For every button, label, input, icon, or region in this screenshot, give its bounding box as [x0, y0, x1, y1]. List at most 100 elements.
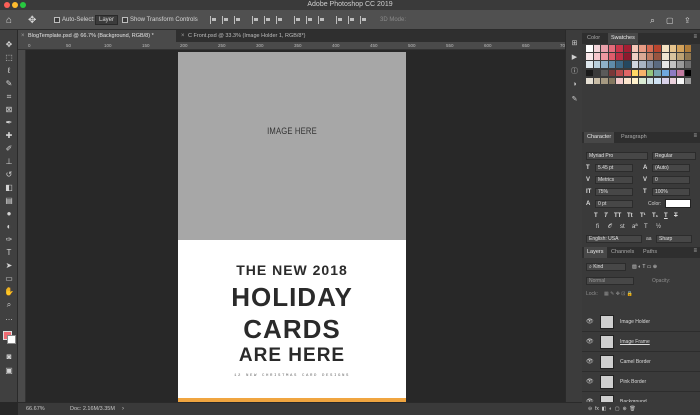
transform-check-icon[interactable]: [122, 17, 128, 23]
panel-menu-icon[interactable]: ≡: [693, 133, 697, 139]
color-swatch[interactable]: [646, 77, 654, 85]
color-swatch[interactable]: [646, 61, 654, 68]
visibility-eye-icon[interactable]: 👁: [586, 338, 594, 345]
align-left-icon[interactable]: [210, 16, 216, 24]
color-swatch[interactable]: [593, 53, 601, 60]
move-tool-icon[interactable]: ✥: [4, 40, 14, 50]
layer-filter-dropdown[interactable]: ⌕ Kind: [586, 263, 626, 271]
antialias-dropdown[interactable]: Sharp: [656, 235, 692, 243]
pen-tool-icon[interactable]: ✑: [4, 235, 14, 245]
color-swatch[interactable]: [586, 45, 593, 52]
tab-character[interactable]: Character: [584, 132, 615, 143]
tab-paragraph[interactable]: Paragraph: [618, 132, 650, 143]
color-swatch[interactable]: [624, 77, 631, 85]
oldstyle-icon[interactable]: 𝒪: [608, 223, 612, 231]
baseline-shift-field[interactable]: 0 pt: [595, 200, 633, 208]
color-swatch[interactable]: [677, 61, 684, 68]
color-swatch[interactable]: [631, 77, 639, 85]
healing-brush-icon[interactable]: ✚: [4, 131, 14, 141]
document-canvas[interactable]: IMAGE HERE THE NEW 2018 HOLIDAY CARDS AR…: [178, 52, 406, 406]
tab-channels[interactable]: Channels: [608, 247, 637, 258]
horizontal-scale-field[interactable]: 100%: [652, 188, 690, 196]
zoom-level[interactable]: 66.67%: [26, 403, 45, 415]
tab-blogtemplate[interactable]: × BlogTemplate.psd @ 66.7% (Background, …: [18, 30, 176, 42]
color-swatch[interactable]: [631, 45, 639, 52]
crop-tool-icon[interactable]: ⌗: [4, 92, 14, 102]
color-swatch[interactable]: [616, 69, 623, 77]
color-swatch[interactable]: [662, 45, 669, 52]
color-swatch[interactable]: [631, 61, 639, 68]
transform-controls-checkbox[interactable]: Show Transform Controls: [122, 10, 198, 30]
actions-panel-icon[interactable]: ▶: [570, 52, 579, 61]
text-color-swatch[interactable]: [665, 199, 691, 208]
color-swatch[interactable]: [639, 61, 646, 68]
tab-c-front[interactable]: × C Front.psd @ 33.3% (Image Holder 1, R…: [178, 30, 348, 42]
color-swatch[interactable]: [684, 53, 692, 60]
color-swatch[interactable]: [669, 45, 677, 52]
share-icon[interactable]: ⇪: [684, 10, 691, 30]
color-swatch[interactable]: [684, 61, 692, 68]
color-swatch[interactable]: [684, 77, 692, 85]
adjustments-panel-icon[interactable]: ◑: [570, 80, 579, 89]
history-brush-icon[interactable]: ↺: [4, 170, 14, 180]
color-swatch[interactable]: [616, 45, 623, 52]
blend-mode-dropdown[interactable]: Normal: [586, 277, 634, 285]
color-swatch[interactable]: [669, 53, 677, 60]
distribute-top-icon[interactable]: [294, 16, 300, 24]
color-swatch[interactable]: [601, 61, 608, 68]
color-swatch[interactable]: [677, 77, 684, 85]
font-size-field[interactable]: 5.45 pt: [595, 164, 633, 172]
lasso-tool-icon[interactable]: ℓ: [4, 66, 14, 76]
move-tool-icon[interactable]: ✥: [28, 10, 36, 30]
color-swatch[interactable]: [608, 53, 616, 60]
workspace-icon[interactable]: ▢: [666, 10, 674, 30]
canvas-area[interactable]: IMAGE HERE THE NEW 2018 HOLIDAY CARDS AR…: [26, 50, 582, 406]
color-swatch[interactable]: [646, 53, 654, 60]
color-swatch[interactable]: [593, 61, 601, 68]
layer-name[interactable]: Image Holder: [620, 312, 650, 332]
layer-name[interactable]: Image Frame: [620, 332, 650, 352]
color-swatch[interactable]: [646, 45, 654, 52]
screen-mode-icon[interactable]: ▣: [4, 366, 14, 376]
layer-name[interactable]: Pink Border: [620, 372, 646, 392]
color-swatch[interactable]: [608, 61, 616, 68]
color-swatch[interactable]: [631, 69, 639, 77]
status-menu-arrow-icon[interactable]: ›: [122, 403, 124, 415]
ordinals-icon[interactable]: aª: [632, 223, 638, 231]
color-swatch[interactable]: [624, 53, 631, 60]
leading-field[interactable]: (Auto): [652, 164, 690, 172]
color-swatch[interactable]: [586, 61, 593, 68]
color-swatch[interactable]: [593, 45, 601, 52]
distribute-left-icon[interactable]: [336, 16, 342, 24]
path-select-icon[interactable]: ➤: [4, 261, 14, 271]
color-swatch[interactable]: [586, 53, 593, 60]
color-swatch[interactable]: [684, 69, 692, 77]
more-tools-icon[interactable]: …: [4, 313, 14, 323]
image-holder-placeholder[interactable]: IMAGE HERE: [178, 52, 406, 240]
background-color-swatch[interactable]: [7, 335, 16, 344]
layer-row[interactable]: 👁 Image Frame: [582, 332, 700, 352]
layer-row[interactable]: 👁 Camel Border: [582, 352, 700, 372]
all-caps-icon[interactable]: TT: [614, 212, 621, 220]
layer-row[interactable]: 👁 Pink Border: [582, 372, 700, 392]
magic-wand-icon[interactable]: ✎: [4, 79, 14, 89]
color-swatch[interactable]: [624, 61, 631, 68]
swatches-grid[interactable]: [586, 45, 696, 120]
minimize-window-icon[interactable]: [12, 2, 18, 8]
zoom-tool-icon[interactable]: ⌕: [4, 300, 14, 310]
close-tab-icon[interactable]: ×: [21, 30, 25, 42]
tab-color[interactable]: Color: [584, 33, 603, 44]
close-window-icon[interactable]: [4, 2, 10, 8]
fractions-icon[interactable]: ½: [656, 223, 661, 231]
color-swatch[interactable]: [616, 61, 623, 68]
color-swatch[interactable]: [639, 69, 646, 77]
titling-icon[interactable]: T: [644, 223, 648, 231]
tab-swatches[interactable]: Swatches: [608, 33, 638, 44]
panel-menu-icon[interactable]: ≡: [693, 248, 697, 254]
lock-icons[interactable]: ▦ ✎ ✥ ⊡ 🔒: [604, 290, 633, 298]
auto-select-checkbox[interactable]: Auto-Select:: [54, 10, 95, 30]
color-swatch[interactable]: [586, 77, 593, 85]
font-family-dropdown[interactable]: Myriad Pro: [586, 152, 648, 160]
filter-icons[interactable]: ▨ ◐ T ▭ ⊕: [632, 263, 657, 271]
brush-panel-icon[interactable]: ✎: [570, 94, 579, 103]
